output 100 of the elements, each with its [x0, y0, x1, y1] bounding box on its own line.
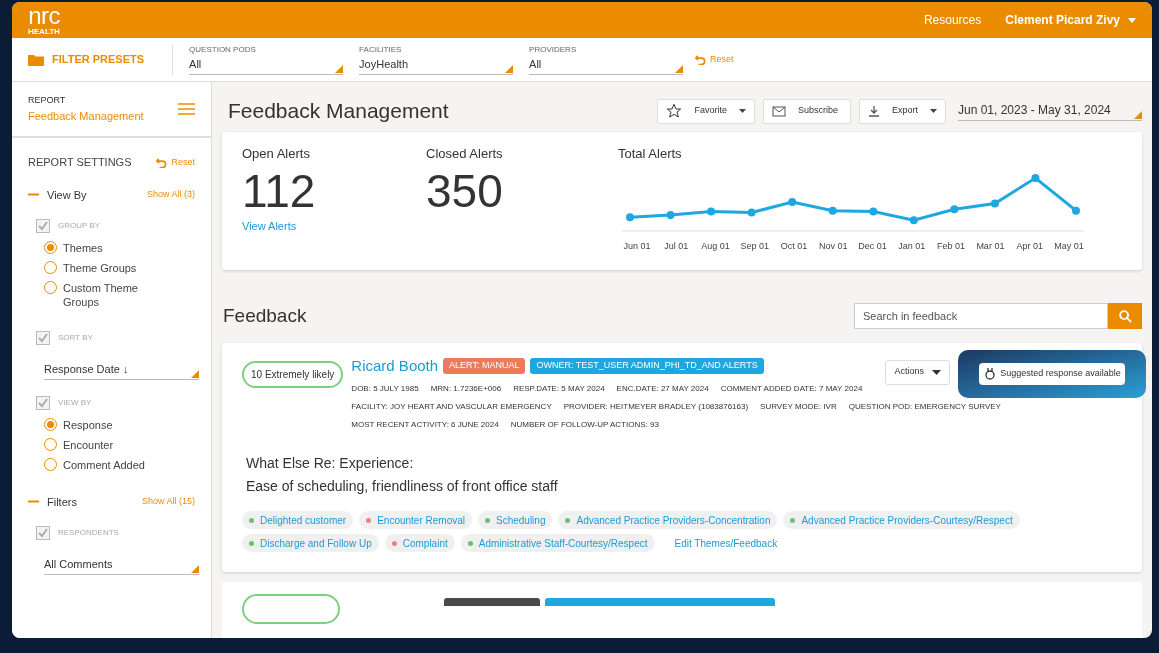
patient-name-link[interactable]: Ricard Booth — [351, 354, 439, 377]
axis-label: Oct 01 — [779, 239, 809, 253]
data-point — [909, 215, 918, 224]
date-range-dropdown[interactable]: Jun 01, 2023 - May 31, 2024 — [958, 101, 1142, 121]
meta-text: MRN: 1.7236E+006 — [430, 383, 502, 395]
envelope-icon — [771, 105, 786, 117]
logo-subtitle: HEALTH — [28, 28, 60, 36]
stat-label: Open Alerts — [242, 145, 311, 163]
section-toggle[interactable]: Filters — [28, 493, 77, 510]
folder-icon — [28, 53, 44, 66]
toolbar-button[interactable]: Subscribe — [762, 98, 851, 124]
search-icon — [1118, 309, 1132, 323]
dropdown-corner-icon — [191, 564, 199, 573]
filter-dropdown[interactable]: All — [189, 56, 344, 75]
axis-label: Jun 01 — [622, 239, 652, 253]
meta-text: DOB: 5 JULY 1985 — [351, 383, 419, 395]
actions-button[interactable]: Actions — [885, 359, 950, 385]
filter-dropdown[interactable]: All — [529, 56, 684, 75]
edit-themes-link[interactable]: Edit Themes/Feedback — [674, 535, 778, 551]
select-dropdown[interactable]: Response Date ↓ — [44, 361, 199, 380]
stat-value: 112 — [242, 163, 317, 218]
dropdown-corner-icon — [191, 369, 199, 378]
axis-label: Sep 01 — [739, 239, 771, 253]
download-icon — [868, 105, 880, 117]
group-label: GROUP BY — [58, 220, 101, 232]
group-label: RESPONDENTS — [58, 527, 119, 539]
dropdown-corner-icon — [1134, 111, 1142, 119]
search-field[interactable]: Search in feedback — [854, 303, 1108, 330]
question-text: What Else Re: Experience: — [245, 454, 415, 473]
theme-tag[interactable]: Administrative Staff-Courtesy/Respect — [460, 534, 655, 552]
data-point — [747, 208, 756, 217]
data-point — [788, 197, 797, 206]
suggested-response-button[interactable]: Suggested response available — [979, 362, 1125, 385]
meta-text: SURVEY MODE: IVR — [760, 401, 837, 413]
undo-icon — [695, 54, 707, 65]
page-title: Feedback Management — [227, 98, 449, 125]
theme-tag[interactable]: Discharge and Follow Up — [242, 534, 379, 552]
view-alerts-link[interactable]: View Alerts — [242, 217, 426, 234]
checkbox[interactable] — [36, 331, 50, 345]
stat-value: 350 — [426, 163, 504, 218]
axis-label: Jul 01 — [663, 239, 690, 253]
toolbar-button[interactable]: Export — [859, 98, 946, 124]
star-icon — [666, 103, 683, 119]
data-point — [707, 207, 716, 216]
axis-label: May 01 — [1053, 239, 1085, 253]
show-all-link[interactable]: Show All (15) — [141, 495, 195, 509]
menu-icon[interactable] — [178, 103, 195, 115]
caret-icon — [738, 109, 746, 113]
score-pill: 10 Extremely likely — [242, 360, 344, 388]
filter-label: PROVIDERS — [529, 44, 578, 57]
select-dropdown[interactable]: All Comments — [44, 556, 199, 575]
radio-label: Encounter — [63, 437, 115, 452]
meta-text: COMMENT ADDED DATE: 7 MAY 2024 — [720, 383, 863, 395]
undo-icon — [156, 156, 168, 168]
nav-link[interactable]: Resources — [923, 11, 982, 29]
toolbar-button[interactable]: Favorite — [657, 98, 755, 124]
dropdown-corner-icon — [505, 64, 514, 73]
caret-icon — [1128, 17, 1136, 23]
data-point — [950, 204, 959, 213]
checkbox[interactable] — [36, 526, 50, 540]
meta-text: MOST RECENT ACTIVITY: 6 JUNE 2024 — [351, 419, 499, 431]
filter-presets-button[interactable]: FILTER PRESETS — [28, 44, 174, 75]
report-name[interactable]: Feedback Management — [28, 107, 144, 124]
robot-icon — [983, 366, 998, 381]
checkbox[interactable] — [36, 219, 50, 233]
theme-tag[interactable]: Scheduling — [478, 511, 553, 529]
theme-tag[interactable]: Encounter Removal — [359, 511, 472, 529]
meta-text: NUMBER OF FOLLOW-UP ACTIONS: 93 — [510, 419, 659, 431]
chart-title: Total Alerts — [618, 145, 683, 163]
axis-label: Feb 01 — [936, 239, 967, 253]
status-badge: OWNER: TEST_USER ADMIN_PHI_TD_AND ALERTS — [530, 358, 764, 374]
meta-text: QUESTION POD: EMERGENCY SURVEY — [848, 401, 1001, 413]
filter-label: QUESTION PODS — [189, 44, 257, 57]
status-badge: ALERT: MANUAL — [443, 358, 526, 374]
theme-tag[interactable]: Advanced Practice Providers-Concentration — [558, 511, 778, 529]
caret-icon — [930, 109, 937, 113]
theme-tag[interactable]: Complaint — [384, 534, 455, 552]
axis-label: Jan 01 — [897, 239, 927, 253]
reset-button[interactable]: Reset — [695, 52, 734, 67]
data-point — [666, 210, 675, 219]
filter-dropdown[interactable]: JoyHealth — [359, 56, 514, 75]
meta-text: ENC.DATE: 27 MAY 2024 — [616, 383, 709, 395]
radio-label: Custom Theme Groups — [63, 281, 139, 309]
data-point — [828, 206, 837, 215]
theme-tag[interactable]: Advanced Practice Providers-Courtesy/Respect — [783, 511, 1020, 529]
reset-button[interactable]: Reset — [156, 155, 195, 169]
dropdown-corner-icon — [675, 64, 684, 73]
section-toggle[interactable]: View By — [28, 186, 87, 203]
logo[interactable]: nrc — [28, 4, 60, 28]
dropdown-corner-icon — [335, 64, 344, 73]
search-button[interactable] — [1108, 303, 1142, 330]
user-menu[interactable]: Clement Picard Zivy — [1005, 11, 1136, 29]
radio-label: Theme Groups — [63, 261, 138, 275]
theme-tag[interactable]: Delighted customer — [242, 511, 354, 529]
report-label: REPORT — [28, 94, 67, 107]
axis-label: Apr 01 — [1015, 239, 1044, 253]
data-point — [1031, 173, 1040, 182]
checkbox[interactable] — [36, 395, 50, 410]
section-title: Feedback — [222, 304, 307, 328]
show-all-link[interactable]: Show All (3) — [146, 188, 195, 202]
